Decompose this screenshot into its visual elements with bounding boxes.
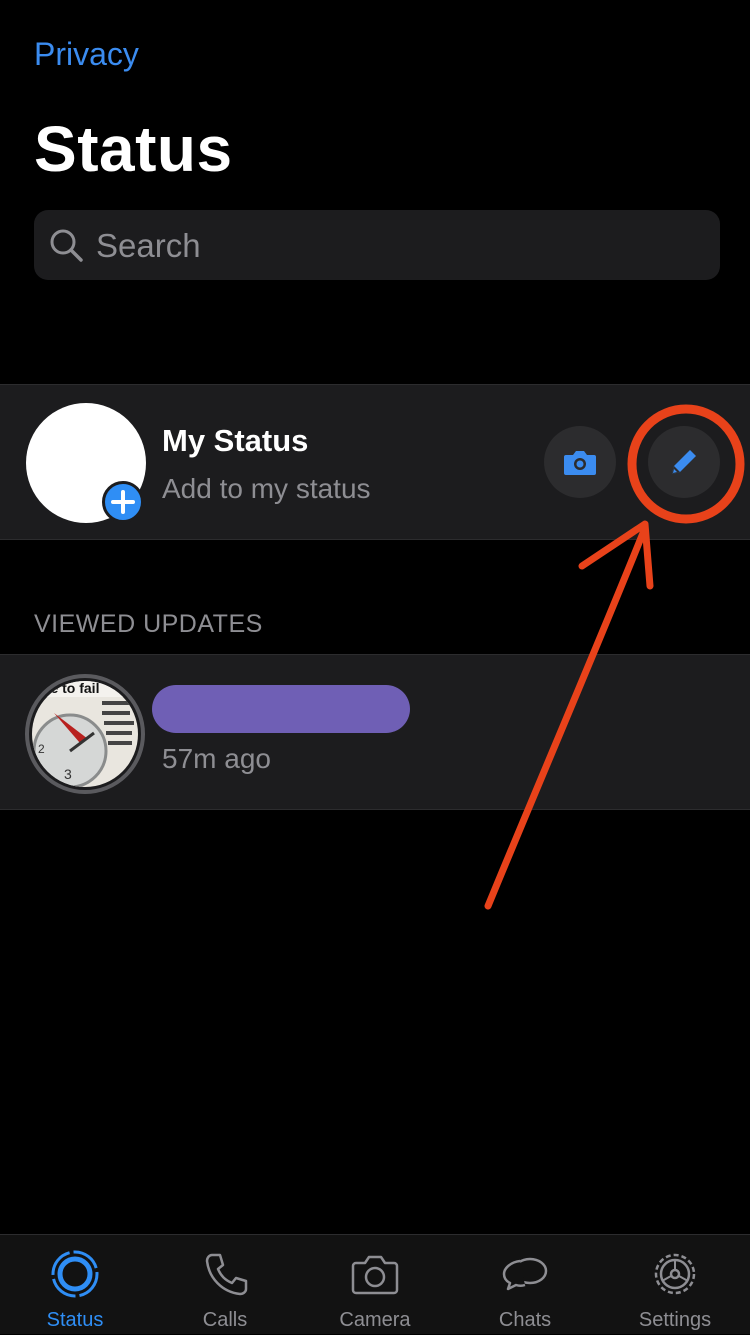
viewed-updates-header: VIEWED UPDATES bbox=[34, 610, 263, 638]
tab-label: Status bbox=[46, 1309, 104, 1331]
search-input[interactable]: Search bbox=[34, 210, 720, 280]
tab-chats[interactable]: Chats bbox=[450, 1235, 600, 1335]
my-status-name: My Status bbox=[162, 423, 309, 458]
redacted-contact-name bbox=[152, 685, 410, 733]
list-item[interactable]: me to fail 2 3 57m ago bbox=[0, 654, 750, 810]
gear-icon bbox=[654, 1253, 696, 1295]
my-status-subtitle: Add to my status bbox=[162, 473, 371, 504]
avatar[interactable]: me to fail 2 3 bbox=[24, 673, 146, 795]
tab-label: Settings bbox=[638, 1309, 712, 1331]
camera-icon bbox=[351, 1255, 399, 1295]
pencil-button[interactable] bbox=[648, 426, 720, 498]
status-icon bbox=[51, 1250, 99, 1298]
page-title: Status bbox=[34, 113, 233, 185]
tab-settings[interactable]: Settings bbox=[600, 1235, 750, 1335]
tab-bar: Status Calls Camera Chats Settings bbox=[0, 1234, 750, 1334]
search-placeholder: Search bbox=[96, 227, 201, 264]
chat-bubbles-icon bbox=[502, 1257, 548, 1291]
tab-calls[interactable]: Calls bbox=[150, 1235, 300, 1335]
phone-icon bbox=[205, 1253, 248, 1296]
status-time: 57m ago bbox=[162, 743, 271, 774]
plus-icon[interactable] bbox=[102, 481, 144, 523]
camera-icon bbox=[564, 451, 596, 475]
pencil-icon bbox=[672, 450, 696, 474]
svg-text:3: 3 bbox=[64, 766, 72, 782]
tab-status[interactable]: Status bbox=[0, 1235, 150, 1335]
camera-button[interactable] bbox=[544, 426, 616, 498]
svg-text:2: 2 bbox=[38, 742, 45, 756]
tab-label: Calls bbox=[202, 1309, 248, 1331]
privacy-link[interactable]: Privacy bbox=[34, 36, 139, 73]
tab-label: Camera bbox=[339, 1309, 411, 1331]
tab-camera[interactable]: Camera bbox=[300, 1235, 450, 1335]
search-icon bbox=[50, 229, 83, 262]
my-status-row[interactable]: My Status Add to my status bbox=[0, 384, 750, 540]
tab-label: Chats bbox=[498, 1309, 552, 1331]
